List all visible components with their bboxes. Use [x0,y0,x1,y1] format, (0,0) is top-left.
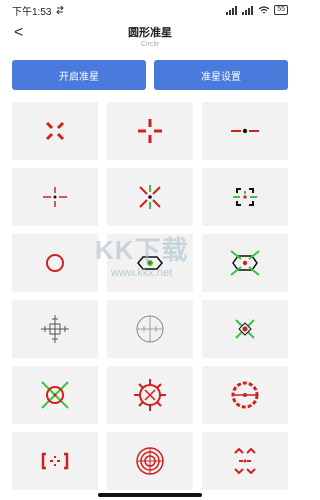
crosshair-option[interactable] [12,234,98,292]
crosshair-option[interactable] [202,300,288,358]
crosshair-red-circle-icon [46,254,64,272]
crosshair-hexagon-icon [137,256,163,270]
battery-icon: 55 [274,5,288,15]
crosshair-option[interactable] [12,432,98,490]
crosshair-grid [12,102,288,490]
crosshair-option[interactable] [107,102,193,160]
crosshair-hexagon-x-icon [230,250,260,276]
page-title: 圆形准星 [128,27,172,39]
page-subtitle: Circle [141,41,159,48]
start-crosshair-button[interactable]: 开启准星 [12,60,146,90]
signal-icon [226,5,238,15]
crosshair-option[interactable] [12,366,98,424]
home-indicator[interactable] [98,493,202,497]
crosshair-option[interactable] [202,168,288,226]
crosshair-corner-brackets-icon [233,188,257,206]
crosshair-option[interactable] [202,432,288,490]
crosshair-option[interactable] [107,432,193,490]
crosshair-concentric-icon [136,447,164,475]
nav-bar: < 圆形准星 Circle [0,20,300,52]
crosshair-option[interactable] [107,168,193,226]
crosshair-red-split-icon [45,121,65,141]
wifi-icon [258,5,270,13]
crosshair-line-dot-icon [231,128,259,134]
crosshair-ruler-icon [41,315,69,343]
crosshair-thin-cross-icon [43,187,67,207]
crosshair-x-circle-icon [41,381,69,409]
crosshair-bracket-dashes-icon [41,452,69,470]
crosshair-option[interactable] [107,366,193,424]
crosshair-settings-button[interactable]: 准星设置 [154,60,288,90]
sync-icon [56,5,65,15]
crosshair-red-green-x-icon [139,185,161,209]
crosshair-option[interactable] [107,234,193,292]
crosshair-chevron-circle-icon [234,447,256,475]
crosshair-option[interactable] [107,300,193,358]
status-bar: 下午1:53 55 [0,0,300,20]
crosshair-segmented-ring-icon [231,381,259,409]
signal-icon-2 [242,5,254,15]
status-time: 下午1:53 [12,6,52,18]
crosshair-option[interactable] [12,168,98,226]
crosshair-option[interactable] [12,300,98,358]
crosshair-option[interactable] [202,366,288,424]
crosshair-spiked-ring-icon [134,379,166,411]
crosshair-circle-target-icon [136,315,164,343]
crosshair-green-x-diamond-icon [235,319,255,339]
crosshair-option[interactable] [202,234,288,292]
crosshair-option[interactable] [202,102,288,160]
crosshair-red-gap-icon [138,119,162,143]
crosshair-option[interactable] [12,102,98,160]
